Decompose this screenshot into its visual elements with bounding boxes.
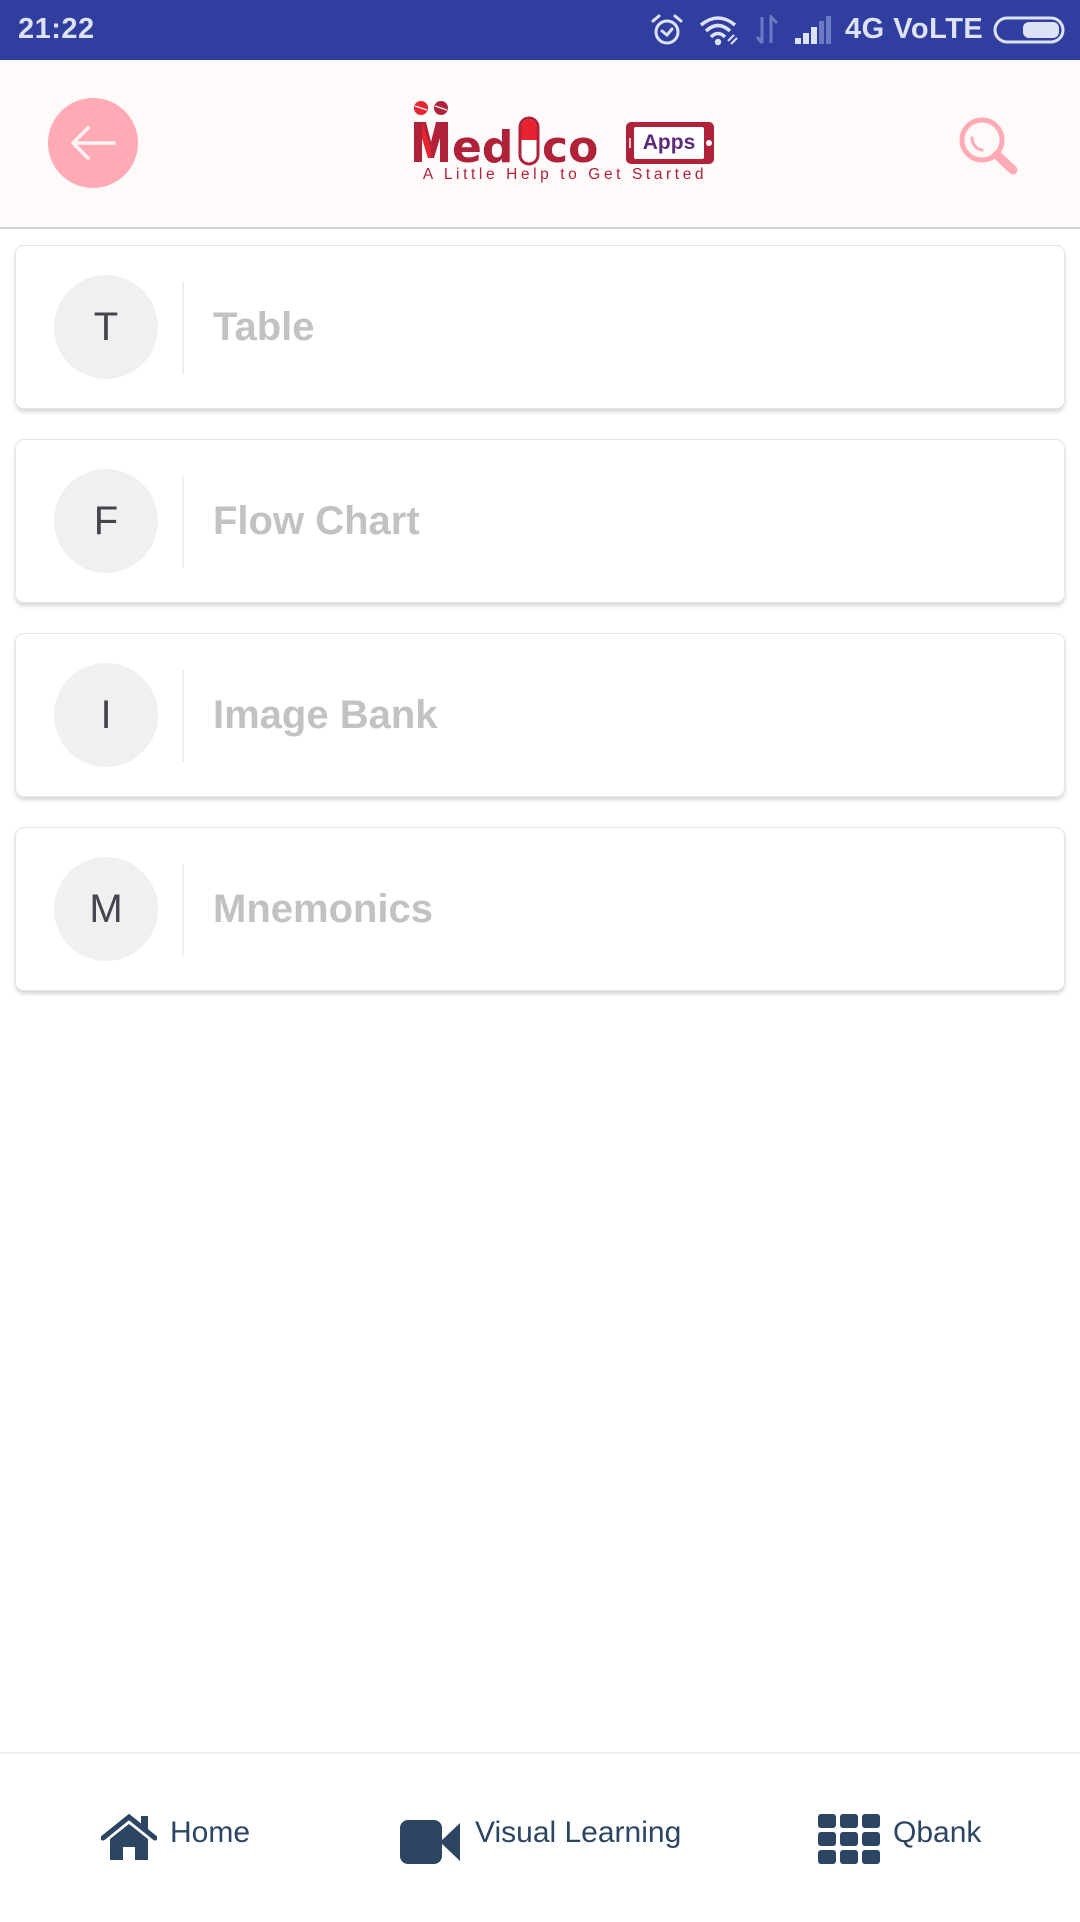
nav-home[interactable]: Home (95, 1754, 265, 1922)
nav-home-label: Home (170, 1816, 251, 1849)
signal-icon (795, 16, 831, 44)
item-divider (182, 476, 184, 568)
bottom-nav: Home Visual Learning Qbank (0, 1752, 1080, 1922)
logo-badge: Apps (642, 131, 696, 154)
status-bar: 21:22 4G VoLTE (0, 0, 1080, 60)
item-avatar: T (54, 275, 158, 379)
grid-icon (818, 1814, 880, 1864)
search-icon (959, 117, 1018, 175)
list-item-mnemonics[interactable]: M Mnemonics (15, 827, 1065, 991)
item-label: Mnemonics (213, 887, 434, 931)
item-divider (182, 282, 184, 374)
nav-visual-learning-label: Visual Learning (475, 1816, 682, 1849)
battery-icon (993, 16, 1065, 44)
video-camera-icon (400, 1820, 460, 1864)
logo-brand-rest: ed (452, 122, 513, 166)
item-avatar: M (54, 857, 158, 961)
list-item-image-bank[interactable]: I Image Bank (15, 633, 1065, 797)
status-time: 21:22 (18, 13, 95, 45)
nav-qbank[interactable]: Qbank (816, 1754, 996, 1922)
home-icon (101, 1814, 157, 1860)
alarm-icon (651, 14, 683, 45)
item-label: Table (213, 305, 315, 349)
search-button[interactable] (955, 112, 1025, 182)
network-type: 4G VoLTE (845, 13, 984, 45)
item-label: Image Bank (213, 693, 438, 737)
nav-visual-learning[interactable]: Visual Learning (398, 1754, 698, 1922)
item-label: Flow Chart (213, 499, 420, 543)
arrow-left-icon (71, 126, 116, 160)
list-item-flow-chart[interactable]: F Flow Chart (15, 439, 1065, 603)
nav-qbank-label: Qbank (893, 1816, 982, 1849)
item-avatar: I (54, 663, 158, 767)
item-divider (182, 670, 184, 762)
back-button[interactable] (48, 98, 138, 188)
item-divider (182, 864, 184, 956)
app-logo: ed co Apps A Little Help to Get Started (412, 100, 718, 186)
data-arrows-icon (755, 15, 779, 44)
item-avatar: F (54, 469, 158, 573)
logo-brand-co: co (542, 122, 598, 166)
wifi-icon (699, 16, 738, 46)
logo-tagline: A Little Help to Get Started (422, 166, 708, 183)
list-item-table[interactable]: T Table (15, 245, 1065, 409)
app-header: ed co Apps A Little Help to Get Started (0, 60, 1080, 229)
